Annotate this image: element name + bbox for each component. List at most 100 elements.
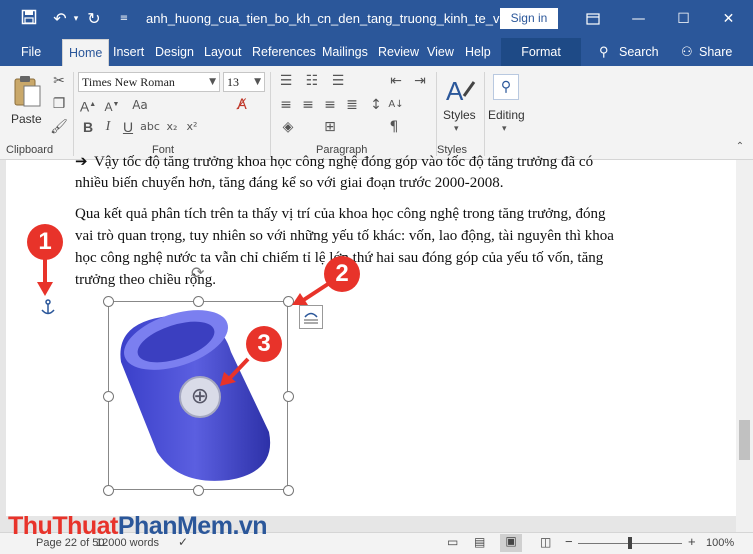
vertical-scrollbar[interactable] [736, 160, 753, 532]
zoom-in-icon[interactable]: + [688, 534, 696, 549]
document-page[interactable]: ➔ Vậy tốc độ tăng trưởng khoa học công n… [6, 152, 736, 516]
font-name-select[interactable]: Times New Roman ▼ [78, 72, 220, 92]
zoom-slider-thumb[interactable] [628, 537, 632, 549]
sort-icon[interactable]: A↓ [386, 96, 406, 114]
font-size-select[interactable]: 13 ▼ [223, 72, 265, 92]
document-text-line: Qua kết quả phân tích trên ta thấy vị tr… [75, 206, 606, 222]
bold-icon[interactable]: B [78, 118, 98, 136]
strikethrough-icon[interactable]: abc [140, 118, 160, 136]
tab-home[interactable]: Home [62, 39, 110, 66]
redo-icon[interactable]: ↻ [84, 9, 104, 29]
italic-icon[interactable]: I [98, 118, 118, 136]
grow-font-icon[interactable]: A▲ [78, 96, 98, 115]
focus-mode-icon[interactable]: ▭ [447, 535, 458, 549]
callout-arrow [37, 258, 53, 296]
collapse-ribbon-icon[interactable]: ⌃ [730, 138, 750, 156]
ribbon-display-options-icon[interactable] [570, 0, 615, 38]
font-name-value: Times New Roman [82, 75, 175, 89]
anchor-icon[interactable] [40, 299, 56, 317]
resize-handle[interactable] [283, 391, 294, 402]
share-label[interactable]: Share [697, 38, 734, 66]
web-layout-icon[interactable]: ◫ [540, 535, 551, 549]
tab-format[interactable]: Format [501, 38, 581, 66]
tab-review[interactable]: Review [376, 38, 421, 66]
scrollbar-thumb[interactable] [739, 420, 750, 460]
multilevel-list-icon[interactable]: ☰ [328, 72, 348, 90]
close-icon[interactable]: ✕ [706, 0, 751, 38]
increase-indent-icon[interactable]: ⇥ [410, 72, 430, 90]
line-spacing-icon[interactable]: ↕ [366, 96, 386, 114]
superscript-icon[interactable]: x² [182, 118, 202, 136]
align-left-icon[interactable]: ≡ [276, 96, 296, 114]
tab-help[interactable]: Help [463, 38, 493, 66]
underline-icon[interactable]: U [118, 118, 138, 136]
tab-design[interactable]: Design [153, 38, 196, 66]
share-icon[interactable]: ⚇ [679, 38, 695, 66]
subscript-icon[interactable]: x₂ [162, 118, 182, 136]
resize-handle[interactable] [103, 391, 114, 402]
show-marks-icon[interactable]: ¶ [384, 118, 404, 136]
clipboard-group-label: Clipboard [6, 144, 54, 156]
editing-label: Editing [488, 108, 525, 122]
resize-handle[interactable] [193, 485, 204, 496]
sign-in-button[interactable]: Sign in [500, 8, 558, 29]
document-text-line: nhiều biến chuyển hơn, tăng đáng kể so v… [75, 175, 504, 191]
tab-insert[interactable]: Insert [111, 38, 146, 66]
zoom-level[interactable]: 100% [706, 537, 734, 549]
customize-quick-access-icon[interactable]: ≡ [114, 9, 134, 29]
numbering-icon[interactable]: ☷ [302, 72, 322, 90]
maximize-icon[interactable]: ☐ [661, 0, 706, 38]
borders-icon[interactable]: ⊞ [320, 118, 340, 136]
shrink-font-icon[interactable]: A▼ [102, 96, 122, 114]
divider [484, 72, 485, 156]
chevron-down-icon: ▾ [454, 124, 459, 134]
rotate-handle-icon[interactable]: ⟳ [191, 263, 204, 282]
styles-icon: A [446, 76, 476, 106]
tab-view[interactable]: View [425, 38, 456, 66]
tab-layout[interactable]: Layout [202, 38, 244, 66]
align-center-icon[interactable]: ≡ [298, 96, 318, 114]
search-icon[interactable]: ⚲ [597, 38, 611, 66]
3d-rotate-handle-icon[interactable]: ⊕ [179, 376, 221, 418]
callout-badge: 1 [27, 224, 63, 260]
print-layout-icon[interactable]: ▣ [500, 534, 522, 552]
callout-arrow [292, 282, 330, 305]
document-area: ➔ Vậy tốc độ tăng trưởng khoa học công n… [0, 152, 753, 532]
document-text-line: vai trò quan trọng, tuy nhiên so với nhữ… [75, 228, 614, 244]
copy-icon[interactable]: ❐ [49, 95, 69, 113]
zoom-out-icon[interactable]: − [565, 534, 573, 549]
format-painter-icon[interactable]: 🖌 [49, 118, 69, 136]
chevron-down-icon: ▼ [254, 77, 261, 87]
layout-options-button[interactable] [299, 305, 323, 329]
undo-dropdown-icon[interactable]: ▾ [66, 9, 86, 29]
editing-button[interactable]: ⚲ Editing ▾ [488, 72, 528, 134]
change-case-icon[interactable]: Aa [130, 96, 150, 114]
bullets-icon[interactable]: ☰ [276, 72, 296, 90]
search-label[interactable]: Search [617, 38, 661, 66]
document-text-line: Vậy tốc độ tăng trưởng khoa học công ngh… [94, 154, 594, 170]
paste-button[interactable]: Paste [8, 72, 46, 134]
clear-formatting-icon[interactable]: A̸ [232, 96, 252, 114]
resize-handle[interactable] [103, 485, 114, 496]
tab-file[interactable]: File [19, 38, 43, 66]
styles-button[interactable]: A Styles ▾ [440, 72, 480, 134]
resize-handle[interactable] [103, 296, 114, 307]
save-icon[interactable] [19, 9, 39, 29]
resize-handle[interactable] [193, 296, 204, 307]
title-bar: ↶ ▾ ↻ ≡ anh_huong_cua_tien_bo_kh_cn_den_… [0, 0, 753, 38]
minimize-icon[interactable]: — [616, 0, 661, 38]
cut-icon[interactable]: ✂ [49, 72, 69, 90]
paste-icon [14, 76, 41, 107]
align-right-icon[interactable]: ≡ [320, 96, 340, 114]
read-mode-icon[interactable]: ▤ [474, 535, 485, 549]
document-title: anh_huong_cua_tien_bo_kh_cn_den_tang_tru… [146, 11, 525, 26]
styles-label: Styles [443, 108, 476, 122]
tab-mailings[interactable]: Mailings [320, 38, 370, 66]
divider [73, 72, 74, 156]
shading-icon[interactable]: ◈ [278, 118, 298, 136]
tab-references[interactable]: References [250, 38, 318, 66]
resize-handle[interactable] [283, 485, 294, 496]
zoom-slider[interactable] [578, 537, 682, 549]
justify-icon[interactable]: ≣ [342, 96, 362, 114]
decrease-indent-icon[interactable]: ⇤ [386, 72, 406, 90]
